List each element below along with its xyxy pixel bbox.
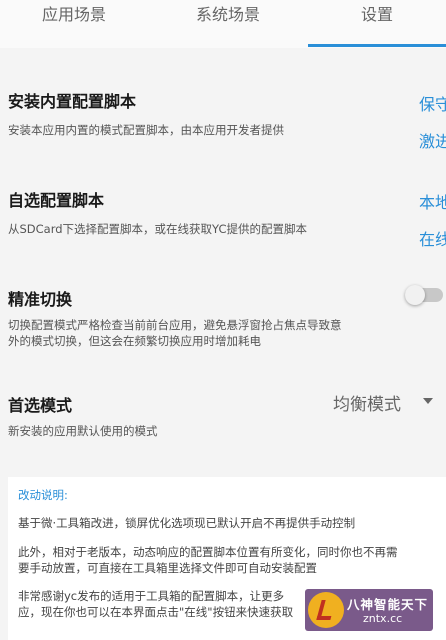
- online-button[interactable]: 在线: [419, 226, 446, 250]
- watermark-badge: 八神智能天下 zntx.cc: [305, 589, 433, 631]
- precise-switch-desc-line2: 外的模式切换，但这会在频繁切换应用时增加耗电: [8, 334, 261, 348]
- changelog-p2-line1: 此外，相对于老版本，动态响应的配置脚本位置有所变化，同时你也不再需: [18, 545, 398, 559]
- preferred-mode-select[interactable]: 均衡模式: [333, 390, 401, 415]
- tab-bar: 应用场景 系统场景 设置: [0, 0, 446, 48]
- dropdown-arrow-icon[interactable]: [423, 398, 433, 404]
- changelog-p2-line2: 要手动放置，可直接在工具箱里选择文件即可自动安装配置: [18, 561, 317, 575]
- watermark-text: 八神智能天下: [347, 597, 429, 612]
- changelog-p1: 基于微·工具箱改进，锁屏优化选项现已默认开启不再提供手动控制: [18, 516, 356, 530]
- custom-script-desc: 从SDCard下选择配置脚本，或在线获取YC提供的配置脚本: [8, 222, 307, 236]
- aggressive-button[interactable]: 激进: [419, 128, 446, 152]
- tab-system-scenes[interactable]: 系统场景: [148, 0, 308, 48]
- changelog-title: 改动说明:: [18, 488, 68, 502]
- builtin-script-desc: 安装本应用内置的模式配置脚本，由本应用开发者提供: [8, 123, 284, 137]
- custom-script-title: 自选配置脚本: [8, 191, 105, 210]
- preferred-mode-desc: 新安装的应用默认使用的模式: [8, 424, 158, 438]
- watermark-url: zntx.cc: [363, 612, 403, 625]
- preferred-mode-title: 首选模式: [8, 396, 73, 415]
- tab-settings[interactable]: 设置: [308, 0, 446, 48]
- builtin-script-title: 安装内置配置脚本: [8, 92, 137, 111]
- precise-switch-desc-line1: 切换配置模式严格检查当前前台应用，避免悬浮窗抢占焦点导致意: [8, 318, 342, 332]
- conservative-button[interactable]: 保守: [419, 91, 446, 115]
- tab-app-scenes[interactable]: 应用场景: [0, 0, 148, 48]
- local-button[interactable]: 本地: [419, 189, 446, 213]
- watermark-logo-icon: [308, 592, 344, 628]
- precise-switch-title: 精准切换: [8, 290, 73, 309]
- precise-switch-thumb[interactable]: [405, 285, 425, 305]
- active-tab-indicator: [308, 44, 446, 47]
